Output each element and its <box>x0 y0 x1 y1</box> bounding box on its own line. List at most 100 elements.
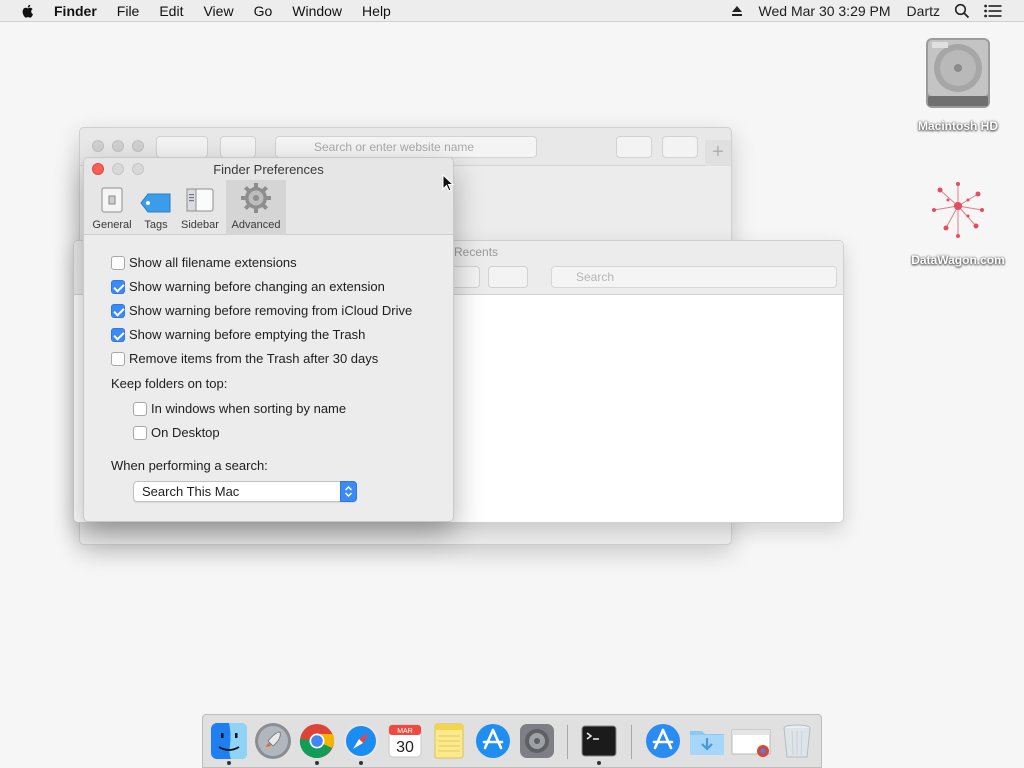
menu-view[interactable]: View <box>203 3 233 19</box>
safari-minimize-button[interactable] <box>112 140 124 152</box>
menu-extras: Wed Mar 30 3:29 PM Dartz <box>731 0 1024 22</box>
apple-icon[interactable] <box>20 3 36 19</box>
dock-separator <box>567 725 568 759</box>
menu-window[interactable]: Window <box>292 3 342 19</box>
safari-back-forward-button[interactable] <box>156 136 208 158</box>
option-label: In windows when sorting by name <box>151 401 347 416</box>
menu-clock[interactable]: Wed Mar 30 3:29 PM <box>759 3 891 19</box>
option-warn-icloud-remove[interactable]: Show warning before removing from iCloud… <box>111 303 412 318</box>
eject-icon[interactable] <box>731 5 743 17</box>
dock-chrome[interactable] <box>297 721 337 761</box>
folders-heading: Keep folders on top: <box>111 376 228 391</box>
tab-general[interactable]: General <box>90 180 134 235</box>
calendar-day: 30 <box>396 739 414 756</box>
tab-label: Sidebar <box>181 219 219 231</box>
safari-icon <box>344 724 378 758</box>
finder-search-field[interactable]: Search <box>551 266 837 288</box>
desktop-icon-macintosh-hd[interactable]: Macintosh HD <box>903 34 1013 133</box>
dock-running-indicator <box>359 761 363 765</box>
search-heading: When performing a search: <box>111 458 268 473</box>
downloads-folder-icon <box>690 731 724 755</box>
desktop-icon-label: Macintosh HD <box>917 119 998 133</box>
search-scope-popup[interactable]: Search This Mac <box>133 481 357 502</box>
option-label: Remove items from the Trash after 30 day… <box>129 351 379 366</box>
popup-arrows <box>340 481 357 502</box>
safari-sidebar-button[interactable] <box>220 136 256 158</box>
network-icon <box>932 182 984 238</box>
safari-url-field[interactable]: Search or enter website name <box>275 136 537 158</box>
checkbox[interactable] <box>111 255 125 270</box>
dock-calendar[interactable]: MAR 30 <box>385 721 425 761</box>
checkbox[interactable] <box>133 425 147 440</box>
option-label: Show warning before removing from iCloud… <box>129 303 413 318</box>
tab-sidebar[interactable]: Sidebar <box>178 180 222 235</box>
calendar-month: MAR <box>397 728 413 735</box>
system-preferences-icon <box>520 724 554 758</box>
dock-launchpad[interactable] <box>253 721 293 761</box>
checkbox[interactable] <box>111 279 125 294</box>
menu-edit[interactable]: Edit <box>159 3 183 19</box>
dock-applications-folder[interactable] <box>643 721 683 761</box>
safari-share-button[interactable] <box>616 136 652 158</box>
mouse-cursor-icon <box>442 174 454 192</box>
menu-user[interactable]: Dartz <box>907 3 940 19</box>
chrome-icon <box>299 724 335 758</box>
dock-finder[interactable] <box>209 721 249 761</box>
notes-icon <box>434 723 464 759</box>
safari-close-button[interactable] <box>92 140 104 152</box>
dock-system-preferences[interactable] <box>517 721 557 761</box>
option-warn-change-extension[interactable]: Show warning before changing an extensio… <box>111 279 385 294</box>
desktop-icon-label: DataWagon.com <box>911 253 1005 267</box>
option-folders-on-top-windows[interactable]: In windows when sorting by name <box>133 401 346 416</box>
gear-icon <box>241 183 271 213</box>
dock-trash[interactable] <box>777 721 817 761</box>
option-label: On Desktop <box>151 425 220 440</box>
spotlight-search-icon[interactable] <box>954 3 970 19</box>
menu-go[interactable]: Go <box>254 3 273 19</box>
prefs-title: Finder Preferences <box>213 162 324 177</box>
tab-advanced[interactable]: Advanced <box>226 180 286 235</box>
notification-center-icon[interactable] <box>984 4 1002 18</box>
safari-tabs-button[interactable] <box>662 136 698 158</box>
finder-icon <box>211 723 247 759</box>
applications-folder-icon <box>646 724 680 758</box>
safari-new-tab-button[interactable]: + <box>705 140 731 166</box>
checkbox[interactable] <box>111 327 125 342</box>
option-remove-trash-30-days[interactable]: Remove items from the Trash after 30 day… <box>111 351 378 366</box>
dock-downloads-folder[interactable] <box>687 721 727 761</box>
checkbox[interactable] <box>111 303 125 318</box>
dock-terminal[interactable] <box>579 721 619 761</box>
app-store-icon <box>476 724 510 758</box>
browser-window-icon <box>731 729 771 757</box>
menu-app-name[interactable]: Finder <box>54 3 97 19</box>
safari-url-placeholder: Search or enter website name <box>314 140 475 154</box>
dock-safari[interactable] <box>341 721 381 761</box>
finder-tags-button[interactable] <box>488 266 528 288</box>
option-folders-on-top-desktop[interactable]: On Desktop <box>133 425 220 440</box>
tag-icon <box>140 193 171 213</box>
sidebar-icon <box>186 188 214 212</box>
menu-file[interactable]: File <box>117 3 140 19</box>
safari-zoom-button[interactable] <box>132 140 144 152</box>
tab-label: General <box>92 219 132 231</box>
dock-app-store[interactable] <box>473 721 513 761</box>
terminal-icon <box>581 725 617 757</box>
tab-tags[interactable]: Tags <box>138 180 174 235</box>
finder-search-placeholder: Search <box>576 270 615 284</box>
option-warn-empty-trash[interactable]: Show warning before emptying the Trash <box>111 327 365 342</box>
menu-bar: Finder File Edit View Go Window Help Wed… <box>0 0 1024 22</box>
option-label: Show all filename extensions <box>129 255 297 270</box>
dock-separator <box>631 725 632 759</box>
calendar-icon: MAR 30 <box>388 724 422 758</box>
dock-minimized-window[interactable] <box>731 721 771 761</box>
menu-help[interactable]: Help <box>362 3 391 19</box>
option-show-extensions[interactable]: Show all filename extensions <box>111 255 297 270</box>
checkbox[interactable] <box>111 351 125 366</box>
dock-notes[interactable] <box>429 721 469 761</box>
tab-label: Tags <box>144 219 168 231</box>
desktop-icon-datawagon[interactable]: DataWagon.com <box>903 176 1013 267</box>
option-label: Show warning before emptying the Trash <box>129 327 366 342</box>
dock: MAR 30 <box>202 714 822 768</box>
checkbox[interactable] <box>133 401 147 416</box>
dock-running-indicator <box>597 761 601 765</box>
